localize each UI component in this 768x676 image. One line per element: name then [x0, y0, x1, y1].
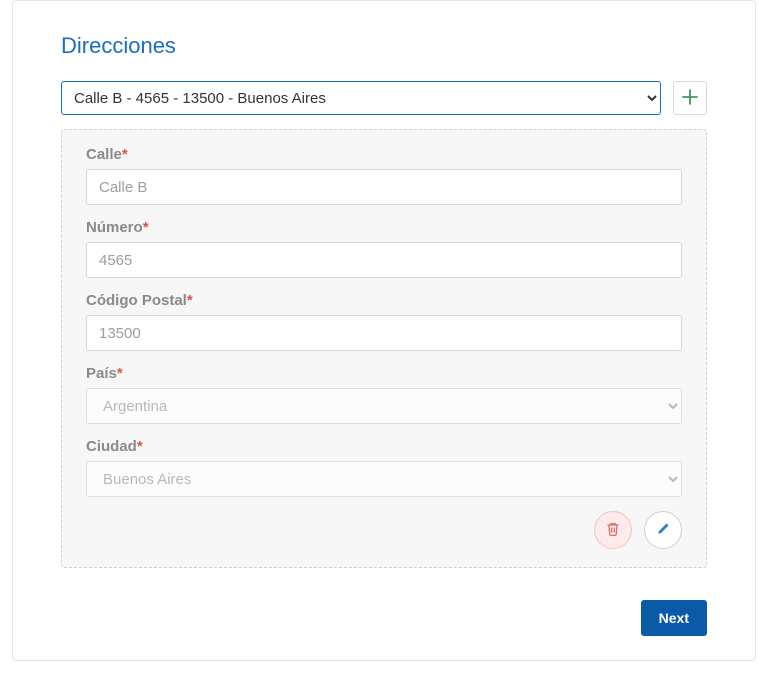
input-codigo-postal[interactable]	[86, 315, 682, 351]
address-select[interactable]: Calle B - 4565 - 13500 - Buenos Aires	[61, 81, 661, 115]
label-calle: Calle*	[86, 146, 682, 163]
delete-button[interactable]	[594, 511, 632, 549]
plus-icon	[682, 89, 698, 108]
edit-button[interactable]	[644, 511, 682, 549]
form-actions	[86, 511, 682, 549]
card-footer: Next	[61, 600, 707, 636]
select-pais[interactable]: Argentina	[86, 388, 682, 424]
address-selector-row: Calle B - 4565 - 13500 - Buenos Aires	[61, 81, 707, 115]
input-numero[interactable]	[86, 242, 682, 278]
label-pais: País*	[86, 365, 682, 382]
address-card: Direcciones Calle B - 4565 - 13500 - Bue…	[12, 0, 756, 661]
field-ciudad: Ciudad* Buenos Aires	[86, 438, 682, 497]
select-ciudad[interactable]: Buenos Aires	[86, 461, 682, 497]
field-pais: País* Argentina	[86, 365, 682, 424]
input-calle[interactable]	[86, 169, 682, 205]
next-button[interactable]: Next	[641, 600, 707, 636]
label-numero: Número*	[86, 219, 682, 236]
field-codigo-postal: Código Postal*	[86, 292, 682, 351]
section-title: Direcciones	[61, 33, 707, 59]
address-form-panel: Calle* Número* Código Postal* País* Arge…	[61, 129, 707, 568]
trash-icon	[605, 521, 621, 540]
label-codigo-postal: Código Postal*	[86, 292, 682, 309]
pencil-icon	[655, 521, 671, 540]
field-numero: Número*	[86, 219, 682, 278]
field-calle: Calle*	[86, 146, 682, 205]
label-ciudad: Ciudad*	[86, 438, 682, 455]
add-address-button[interactable]	[673, 81, 707, 115]
